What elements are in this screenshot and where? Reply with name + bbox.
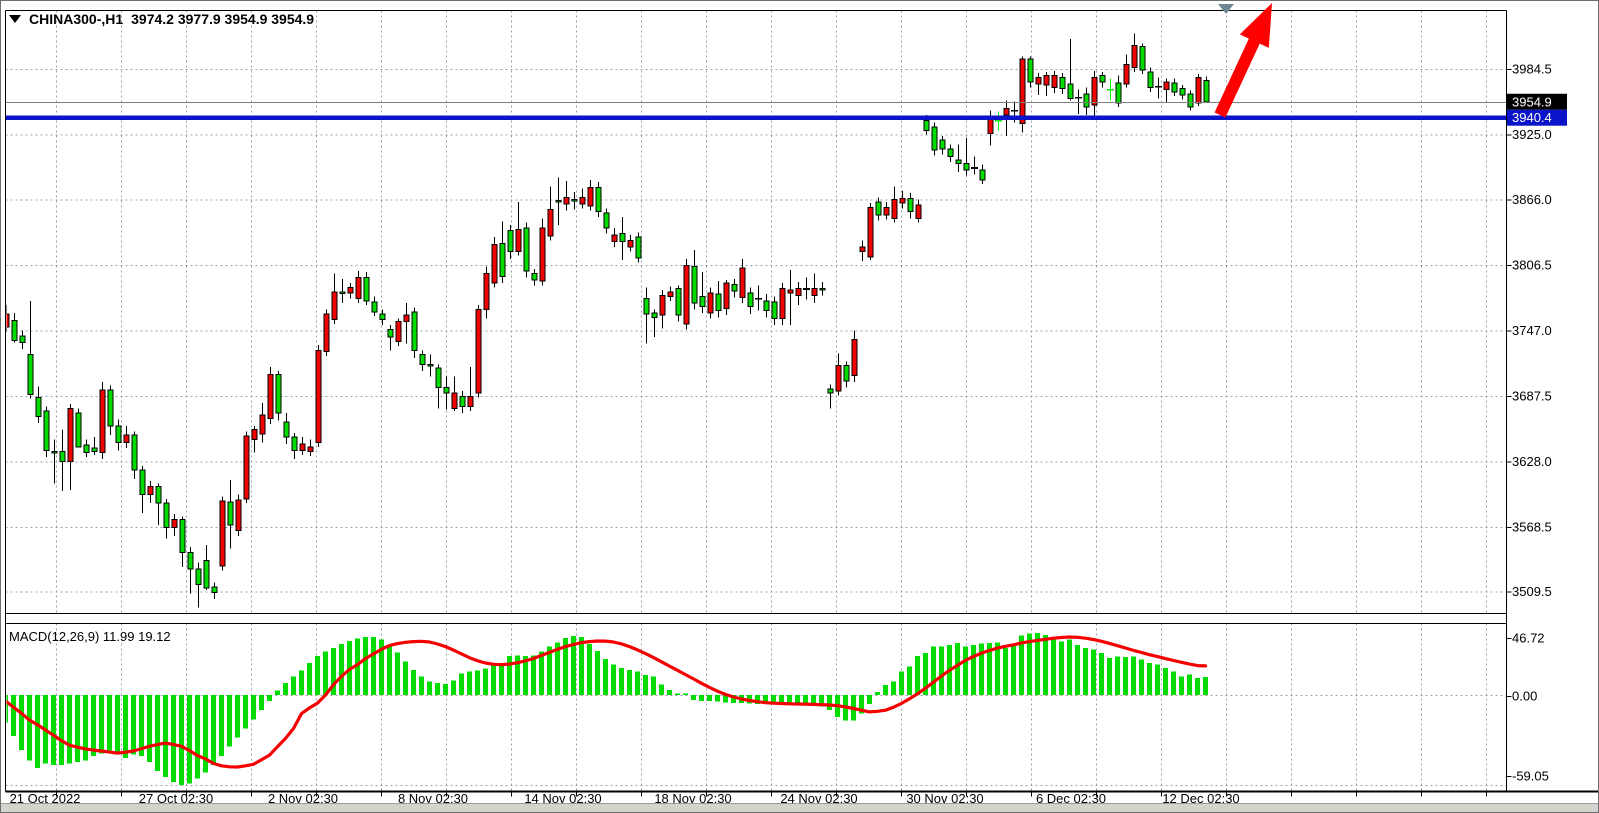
trend-arrow-shaft[interactable]: [1220, 36, 1257, 115]
chart-canvas[interactable]: 3984.53925.03866.03806.53747.03687.53628…: [1, 1, 1599, 813]
symbol-dropdown-caret-icon[interactable]: [9, 15, 21, 23]
scroll-end-marker-icon[interactable]: [1218, 4, 1234, 14]
macd-signal-line: [6, 637, 1206, 767]
indicator-label: MACD(12,26,9) 11.99 19.12: [9, 629, 171, 644]
macd-histogram: [3, 633, 1208, 785]
axis-ticks: [57, 70, 1512, 797]
symbol-period-label: CHINA300-,H1: [29, 11, 123, 27]
gridlines: [6, 11, 1507, 792]
ohlc-values: 3974.2 3977.9 3954.9 3954.9: [131, 11, 314, 27]
pane-borders: [6, 11, 1599, 792]
price-axis[interactable]: [1506, 1, 1599, 791]
chart-window: 3984.53925.03866.03806.53747.03687.53628…: [0, 0, 1599, 813]
window-bottom-edge: [1, 803, 1598, 812]
chart-title-row: CHINA300-,H1 3974.2 3977.9 3954.9 3954.9: [9, 11, 314, 27]
trend-arrow-head[interactable]: [1240, 3, 1272, 48]
